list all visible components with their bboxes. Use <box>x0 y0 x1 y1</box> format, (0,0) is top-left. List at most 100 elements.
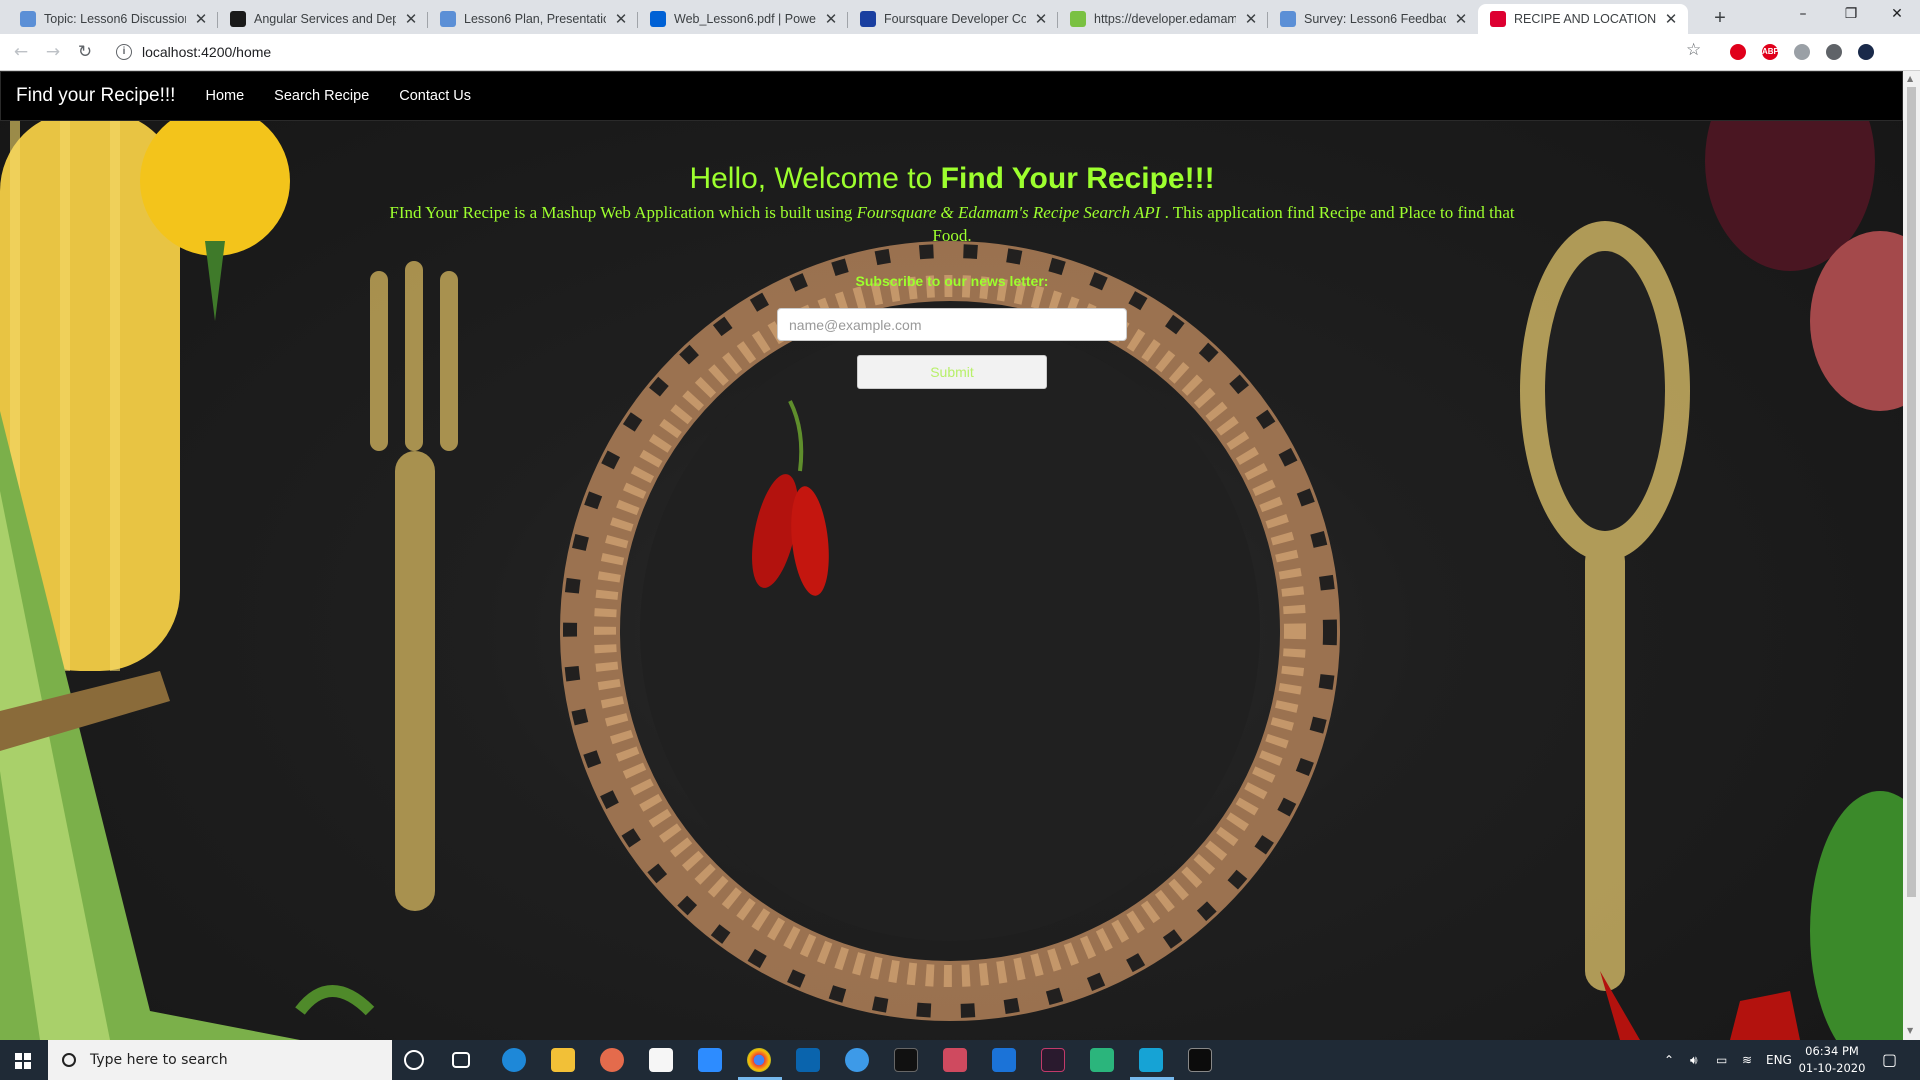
tab-title: https://developer.edamam. <box>1094 12 1236 26</box>
extension-gray-icon[interactable] <box>1794 44 1810 60</box>
zoom-icon[interactable] <box>698 1048 722 1072</box>
heading-app-name: Find Your Recipe!!! <box>940 162 1215 195</box>
lettuce-image <box>1810 791 1903 1040</box>
forward-icon[interactable]: → <box>41 40 65 64</box>
task-view-icon[interactable] <box>452 1052 470 1068</box>
battery-icon[interactable]: ▭ <box>1716 1040 1727 1080</box>
clock-date: 01-10-2020 <box>1798 1061 1866 1075</box>
mail-icon[interactable] <box>992 1048 1016 1072</box>
close-tab-icon[interactable]: ✕ <box>612 10 630 28</box>
subscribe-label: Subscribe to our news letter: <box>855 273 1049 289</box>
teams-app-icon[interactable] <box>943 1048 967 1072</box>
browser-toolbar: ← → ↻ i localhost:4200/home <box>0 34 1920 71</box>
chrome-icon[interactable] <box>747 1048 771 1072</box>
tab-title: RECIPE AND LOCATION <box>1514 12 1656 26</box>
page-viewport: Find your Recipe!!! Home Search Recipe C… <box>0 71 1903 1040</box>
restore-button[interactable]: ❐ <box>1828 0 1874 30</box>
site-info-icon[interactable]: i <box>116 44 132 60</box>
taskbar-search-box[interactable]: Type here to search <box>48 1040 392 1080</box>
language-indicator[interactable]: ENG <box>1766 1040 1792 1080</box>
edamam-icon <box>1070 11 1086 27</box>
welcome-heading: Hello, Welcome to Find Your Recipe!!! <box>380 159 1524 199</box>
minimize-button[interactable]: – <box>1780 0 1826 30</box>
foursquare-icon <box>860 11 876 27</box>
close-tab-icon[interactable]: ✕ <box>402 10 420 28</box>
pepper-image <box>140 106 290 256</box>
terminal-icon[interactable] <box>1188 1048 1212 1072</box>
cortana-icon[interactable] <box>404 1050 424 1070</box>
page-scrollbar[interactable]: ▲ ▼ <box>1903 71 1920 1040</box>
browser-tab[interactable]: Lesson6 Plan, Presentation, ✕ <box>428 4 638 34</box>
box-icon <box>650 11 666 27</box>
address-url[interactable]: localhost:4200/home <box>142 44 271 60</box>
webstorm-icon[interactable] <box>1139 1048 1163 1072</box>
bookmark-star-icon[interactable]: ☆ <box>1686 40 1701 60</box>
description-apis: Foursquare & Edamam's Recipe Search API <box>856 203 1161 222</box>
taskbar-search-placeholder[interactable]: Type here to search <box>90 1052 228 1068</box>
system-clock[interactable]: 06:34 PM 01-10-2020 <box>1794 1043 1870 1077</box>
umkc-icon <box>1280 11 1296 27</box>
adblock-icon[interactable]: ABP <box>1762 44 1779 60</box>
windows-start-icon[interactable] <box>0 1040 48 1080</box>
mw-app-icon[interactable] <box>894 1048 918 1072</box>
show-hidden-icons[interactable]: ⌃ <box>1664 1040 1674 1080</box>
edge-icon[interactable] <box>502 1048 526 1072</box>
browser-tab[interactable]: RECIPE AND LOCATION ✕ <box>1478 4 1688 34</box>
browser-tab[interactable]: Web_Lesson6.pdf | Powerec ✕ <box>638 4 848 34</box>
tab-title: Topic: Lesson6 Discussion B <box>44 12 186 26</box>
tab-title: Lesson6 Plan, Presentation, <box>464 12 606 26</box>
nav-search-recipe[interactable]: Search Recipe <box>274 88 369 104</box>
store-icon[interactable] <box>649 1048 673 1072</box>
notifications-icon[interactable]: ▢ <box>1882 1040 1897 1080</box>
browser-tab[interactable]: Foursquare Developer Cons ✕ <box>848 4 1058 34</box>
brand-link[interactable]: Find your Recipe!!! <box>16 85 175 107</box>
close-tab-icon[interactable]: ✕ <box>1032 10 1050 28</box>
scrollbar-thumb[interactable] <box>1907 87 1916 897</box>
app-description: FInd Your Recipe is a Mashup Web Applica… <box>380 201 1524 247</box>
close-window-button[interactable]: ✕ <box>1874 0 1920 30</box>
browser-tab[interactable]: Survey: Lesson6 Feedback ✕ <box>1268 4 1478 34</box>
scroll-up-icon[interactable]: ▲ <box>1907 74 1913 83</box>
app-navbar: Find your Recipe!!! Home Search Recipe C… <box>0 71 1903 121</box>
browser-tab[interactable]: Topic: Lesson6 Discussion B ✕ <box>8 4 218 34</box>
clock-time: 06:34 PM <box>1805 1044 1859 1058</box>
angular-icon <box>230 11 246 27</box>
browser-tab[interactable]: https://developer.edamam. ✕ <box>1058 4 1268 34</box>
android-app-icon[interactable] <box>1090 1048 1114 1072</box>
umkc-icon <box>440 11 456 27</box>
close-tab-icon[interactable]: ✕ <box>1242 10 1260 28</box>
tab-title: Survey: Lesson6 Feedback <box>1304 12 1446 26</box>
back-icon[interactable]: ← <box>9 40 33 64</box>
heading-prefix: Hello, Welcome to <box>689 162 941 195</box>
wifi-icon[interactable]: ≋ <box>1742 1040 1752 1080</box>
windows-taskbar: Type here to search ⌃ 🔊︎ ▭ ≋ ENG 06:34 P… <box>0 1040 1920 1080</box>
opera-icon[interactable] <box>1730 44 1746 60</box>
description-start: FInd Your Recipe is a Mashup Web Applica… <box>389 203 857 222</box>
file-explorer-icon[interactable] <box>551 1048 575 1072</box>
scroll-down-icon[interactable]: ▼ <box>1907 1026 1913 1035</box>
browser-tab[interactable]: Angular Services and Deper ✕ <box>218 4 428 34</box>
puzzle-icon[interactable] <box>1826 44 1842 60</box>
submit-button[interactable]: Submit <box>857 355 1047 389</box>
tab-title: Web_Lesson6.pdf | Powerec <box>674 12 816 26</box>
email-input[interactable] <box>777 308 1127 341</box>
new-tab-button[interactable]: + <box>1707 6 1733 32</box>
close-tab-icon[interactable]: ✕ <box>192 10 210 28</box>
vim-app-icon[interactable] <box>1041 1048 1065 1072</box>
address-bar[interactable]: i localhost:4200/home <box>108 37 1698 67</box>
tab-title: Foursquare Developer Cons <box>884 12 1026 26</box>
umkc-icon <box>20 11 36 27</box>
nav-home[interactable]: Home <box>205 88 244 104</box>
reload-icon[interactable]: ↻ <box>73 40 97 64</box>
volume-icon[interactable]: 🔊︎ <box>1690 1040 1698 1080</box>
close-tab-icon[interactable]: ✕ <box>822 10 840 28</box>
nav-contact-us[interactable]: Contact Us <box>399 88 471 104</box>
paint-icon[interactable] <box>600 1048 624 1072</box>
vpn-icon[interactable] <box>1858 44 1874 60</box>
outlook-icon[interactable] <box>796 1048 820 1072</box>
browser-tabstrip: Topic: Lesson6 Discussion B✕Angular Serv… <box>0 0 1920 34</box>
close-tab-icon[interactable]: ✕ <box>1452 10 1470 28</box>
browser-blue-icon[interactable] <box>845 1048 869 1072</box>
search-icon <box>62 1053 76 1067</box>
close-tab-icon[interactable]: ✕ <box>1662 10 1680 28</box>
